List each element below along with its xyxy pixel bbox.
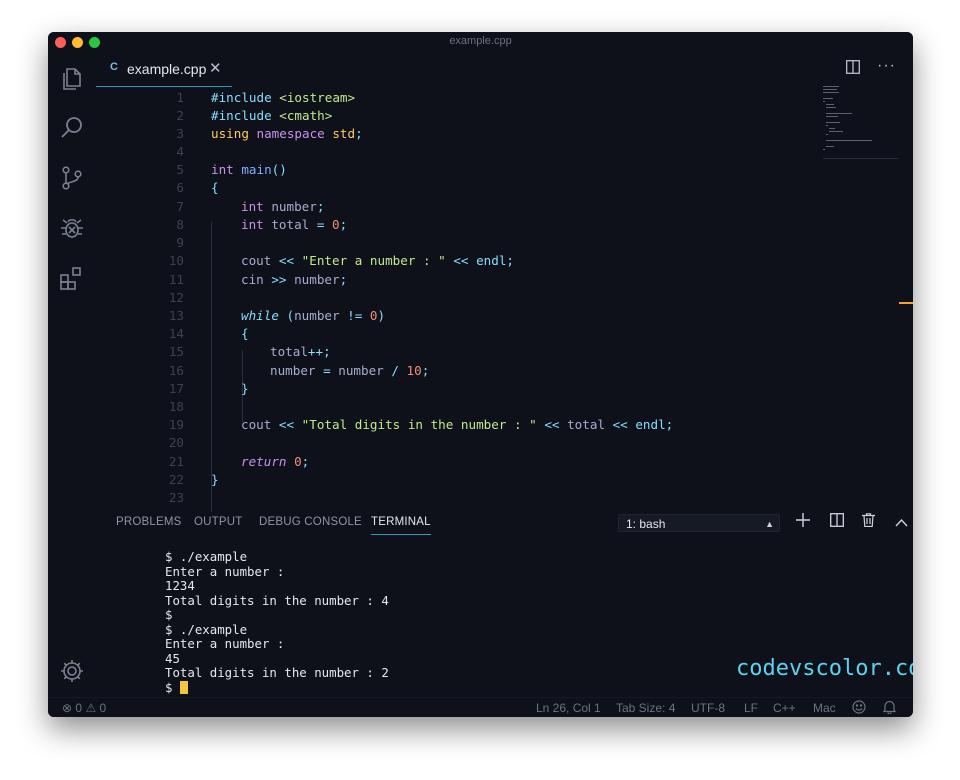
extensions-icon[interactable] [58, 264, 86, 292]
terminal-line: $ ./example [165, 621, 248, 637]
code-line: 9 [176, 235, 184, 250]
activity-bar [48, 52, 96, 697]
platform[interactable]: Mac [813, 701, 836, 715]
tab-size[interactable]: Tab Size: 4 [616, 701, 675, 715]
title-bar: example.cpp [48, 32, 913, 52]
code-line: 18 [168, 399, 184, 414]
code-line: 14{ [168, 326, 249, 341]
split-editor-icon[interactable] [846, 60, 860, 79]
terminal-line: $ [165, 607, 173, 622]
terminal-line: $ ./example [165, 549, 248, 564]
code-line: 4 [176, 144, 184, 159]
bottom-panel: PROBLEMS OUTPUT DEBUG CONSOLE TERMINAL 1… [96, 508, 913, 697]
terminal-cursor [179, 680, 188, 694]
scrollbar-marker [899, 302, 913, 304]
code-line: 7 int number; [176, 199, 325, 214]
code-line: 22} [168, 472, 219, 487]
vscode-window: example.cpp C example.cpp ✕ ··· 1 #inclu… [48, 32, 913, 717]
error-count: 0 [75, 701, 83, 715]
line-ending[interactable]: LF [744, 701, 758, 715]
code-line: 5 int main() [176, 162, 287, 177]
cursor-position[interactable]: Ln 26, Col 1 [536, 701, 601, 715]
gear-icon[interactable] [58, 657, 86, 685]
more-actions-icon[interactable]: ··· [877, 57, 896, 75]
watermark: codevscolor.com [736, 656, 913, 681]
code-line: 10 cout << "Enter a number : " << endl; [168, 253, 515, 268]
terminal-line: Enter a number : [165, 563, 285, 579]
code-line: 2 #include <cmath> [176, 108, 333, 123]
code-line: 11 cin >> number; [168, 272, 348, 287]
editor-tabs: C example.cpp ✕ [96, 52, 913, 88]
warning-icon: ⚠ [85, 701, 97, 715]
terminal-prompt-line: $ [165, 680, 389, 696]
trash-icon[interactable] [862, 513, 875, 532]
source-control-icon[interactable] [58, 164, 86, 192]
terminal-line: 1234 [165, 578, 195, 593]
terminal-select[interactable]: 1: bash ▲ [618, 514, 780, 532]
tab-label: example.cpp [127, 61, 207, 77]
status-bar: ⊗ 0 ⚠ 0 Ln 26, Col 1 Tab Size: 4 UTF-8 L… [48, 697, 913, 717]
code-line: 20 [168, 435, 184, 450]
tab-terminal[interactable]: TERMINAL [371, 516, 431, 535]
code-line: 12 [168, 290, 184, 305]
minimap[interactable] [823, 86, 903, 166]
terminal-line: Total digits in the number : 2 [165, 665, 389, 680]
explorer-icon[interactable] [58, 64, 86, 92]
language-mode[interactable]: C++ [773, 701, 796, 715]
new-terminal-icon[interactable] [796, 513, 810, 532]
notifications-bell-icon[interactable] [882, 700, 897, 717]
terminal-line: 45 [165, 650, 180, 666]
tab-debug-console[interactable]: DEBUG CONSOLE [259, 516, 362, 528]
maximize-panel-icon[interactable] [895, 515, 908, 533]
code-line: 3 using namespace std; [176, 126, 363, 141]
feedback-smiley-icon[interactable] [852, 700, 866, 717]
warning-count: 0 [99, 701, 107, 715]
code-line: 17} [168, 381, 249, 396]
code-line: 1 #include <iostream> [176, 90, 356, 105]
terminal-output[interactable]: $ ./example Enter a number : 1234 Total … [165, 549, 389, 696]
terminal-select-value: 1: bash [626, 517, 666, 531]
terminal-line: Total digits in the number : 4 [165, 592, 389, 608]
encoding[interactable]: UTF-8 [691, 701, 725, 715]
tab-problems[interactable]: PROBLEMS [116, 516, 182, 528]
code-line: 8 int total = 0; [176, 217, 348, 232]
code-editor[interactable]: 1 #include <iostream> 2 #include <cmath> 3… [96, 88, 866, 512]
code-line: 21 return 0; [168, 454, 310, 469]
error-icon: ⊗ [62, 701, 73, 715]
close-tab-icon[interactable]: ✕ [209, 59, 222, 77]
tab-output[interactable]: OUTPUT [194, 516, 242, 528]
code-line: 6{ [176, 180, 219, 195]
window-title: example.cpp [449, 35, 512, 47]
terminal-line: Enter a number : [165, 636, 285, 651]
code-line: 16 number = number / 10; [168, 363, 430, 378]
errors-status[interactable]: ⊗ 0 ⚠ 0 [62, 701, 106, 715]
search-icon[interactable] [58, 114, 86, 142]
debug-icon[interactable] [58, 214, 86, 242]
select-arrows-icon: ▲ [765, 519, 774, 529]
code-line: 15 total++; [168, 344, 331, 359]
split-terminal-icon[interactable] [830, 513, 844, 532]
code-line: 13 while (number != 0) [168, 308, 386, 323]
cpp-file-icon: C [110, 61, 118, 73]
code-line: 23 [168, 490, 184, 505]
tab-example-cpp[interactable]: C example.cpp ✕ [96, 52, 232, 87]
code-line: 19 cout << "Total digits in the number : … [168, 417, 674, 432]
